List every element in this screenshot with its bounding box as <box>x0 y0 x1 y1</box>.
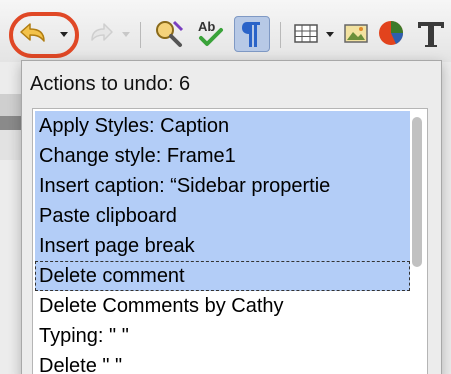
redo-button[interactable] <box>88 18 116 48</box>
list-item[interactable]: Paste clipboard <box>35 201 410 231</box>
list-item[interactable]: Apply Styles: Caption <box>35 111 410 141</box>
insert-text-button[interactable] <box>414 18 451 48</box>
writer-window: Ab Actions to undo: 6 Apply Styles: Capt… <box>0 0 451 374</box>
list-item[interactable]: Delete " " <box>35 351 410 374</box>
undo-action-list[interactable]: Apply Styles: Caption Change style: Fram… <box>32 108 428 374</box>
redo-dropdown-arrow[interactable] <box>122 32 130 37</box>
spelling-button[interactable]: Ab <box>196 18 226 48</box>
table-dropdown-arrow[interactable] <box>326 32 334 37</box>
redo-icon <box>91 23 113 41</box>
toolbar-separator <box>280 22 281 48</box>
actions-to-undo-label: Actions to undo: 6 <box>30 73 191 95</box>
find-replace-button[interactable] <box>152 18 186 48</box>
standard-toolbar: Ab <box>0 0 451 62</box>
list-item[interactable]: Change style: Frame1 <box>35 141 410 171</box>
insert-image-button[interactable] <box>342 18 370 48</box>
image-icon <box>344 24 368 43</box>
list-item-focused[interactable]: Delete comment <box>35 261 410 291</box>
list-item[interactable]: Delete Comments by Cathy <box>35 291 410 321</box>
formatting-marks-icon <box>242 22 260 47</box>
table-button[interactable] <box>292 18 320 48</box>
chart-icon <box>379 21 404 45</box>
formatting-marks-button[interactable] <box>234 16 270 52</box>
find-replace-icon <box>156 20 184 47</box>
toolbar-separator <box>140 22 141 48</box>
list-scrollbar[interactable] <box>409 111 425 374</box>
list-item[interactable]: Insert caption: “Sidebar propertie <box>35 171 410 201</box>
spelling-icon: Ab <box>198 19 223 46</box>
highlight-ring <box>9 12 79 58</box>
list-item[interactable]: Typing: " " <box>35 321 410 351</box>
text-icon <box>418 22 444 47</box>
list-item[interactable]: Insert page break <box>35 231 410 261</box>
insert-chart-button[interactable] <box>376 18 406 48</box>
svg-text:Ab: Ab <box>198 19 215 34</box>
scrollbar-thumb[interactable] <box>412 117 422 267</box>
table-icon <box>294 24 318 43</box>
undo-actions-popup: Actions to undo: 6 Apply Styles: Caption… <box>21 60 442 374</box>
